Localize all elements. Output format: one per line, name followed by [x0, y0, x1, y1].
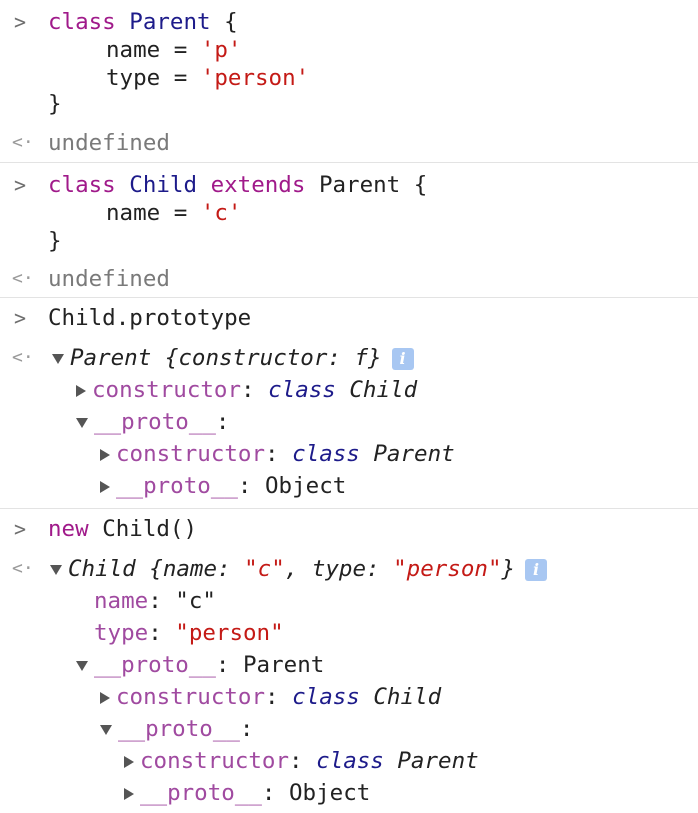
- keyword-class: class: [48, 9, 116, 35]
- property-name: __proto__: [94, 409, 216, 435]
- property-name: __proto__: [94, 652, 216, 678]
- property-name: __proto__: [116, 473, 238, 499]
- property-name: __proto__: [140, 780, 262, 806]
- console-input: new Child(): [48, 513, 197, 545]
- tree-row-constructor[interactable]: constructor: class Parent: [100, 438, 455, 470]
- info-icon[interactable]: i: [525, 558, 548, 581]
- summary-value: "c": [244, 556, 285, 582]
- property-name: __proto__: [118, 716, 240, 742]
- field-value: 'person': [200, 65, 310, 91]
- tree-row-proto[interactable]: __proto__:: [100, 713, 253, 745]
- prompt-chevron-icon: >: [14, 517, 27, 541]
- result-arrow-icon: <·: [12, 268, 34, 289]
- code-line: name = 'c': [106, 200, 242, 226]
- field-name: name: [106, 200, 161, 226]
- object-summary: Parent {constructor: f}: [70, 345, 382, 371]
- class-name: Parent: [129, 9, 211, 35]
- prompt-chevron-icon: >: [14, 173, 27, 197]
- property-name: constructor: [92, 377, 242, 403]
- tree-row-constructor[interactable]: constructor: class Parent: [124, 745, 479, 777]
- tree-row-proto[interactable]: __proto__: Parent: [76, 649, 324, 681]
- property-value: Object: [265, 473, 347, 499]
- value-keyword: class: [268, 377, 336, 403]
- tree-row-proto[interactable]: __proto__: Object: [124, 777, 370, 809]
- tree-row-proto[interactable]: __proto__: Object: [100, 470, 346, 502]
- object-summary-label: Child {: [68, 556, 163, 582]
- result-undefined: undefined: [48, 130, 170, 156]
- property-name: constructor: [116, 441, 266, 467]
- keyword-extends: extends: [210, 172, 306, 198]
- brace-open: {: [224, 9, 238, 35]
- value-keyword: class: [292, 441, 360, 467]
- expand-triangle-icon[interactable]: [76, 660, 88, 671]
- expand-triangle-icon[interactable]: [50, 564, 62, 575]
- result-arrow-icon: <·: [12, 132, 34, 153]
- input-rest: Child(): [102, 516, 198, 542]
- brace-close: }: [48, 91, 62, 117]
- summary-prop: type: [311, 556, 367, 582]
- collapse-triangle-icon[interactable]: [124, 755, 134, 768]
- keyword-new: new: [48, 516, 89, 542]
- property-value: Child: [373, 684, 442, 710]
- field-name: type: [106, 65, 161, 91]
- tree-row-constructor[interactable]: constructor: class Child: [100, 681, 441, 713]
- property-value: "c": [175, 588, 216, 614]
- value-keyword: class: [292, 684, 360, 710]
- summary-value: "person": [393, 556, 502, 582]
- brace-close: }: [48, 228, 62, 254]
- info-icon[interactable]: i: [391, 347, 414, 370]
- property-value: "person": [175, 620, 284, 646]
- tree-row-constructor[interactable]: constructor: class Child: [76, 374, 417, 406]
- property-name: name: [94, 588, 149, 614]
- collapse-triangle-icon[interactable]: [100, 691, 110, 704]
- property-name: constructor: [140, 748, 290, 774]
- result-arrow-icon: <·: [12, 558, 34, 579]
- object-summary-row[interactable]: Child {name: "c", type: "person"} i: [50, 553, 548, 585]
- property-name: constructor: [116, 684, 266, 710]
- expand-triangle-icon[interactable]: [100, 724, 112, 735]
- console-entry-class-parent: > class Parent { name = 'p' type = 'pers…: [0, 0, 698, 163]
- property-value: Object: [289, 780, 371, 806]
- expand-triangle-icon[interactable]: [76, 417, 88, 428]
- code-line: }: [48, 88, 62, 120]
- value-keyword: class: [316, 748, 384, 774]
- summary-prop: name: [162, 556, 218, 582]
- tree-row-name: name: "c": [94, 588, 216, 614]
- tree-row-type: type: "person": [94, 620, 284, 646]
- tree-row-proto[interactable]: __proto__:: [76, 406, 229, 438]
- collapse-triangle-icon[interactable]: [100, 448, 110, 461]
- console-entry-new-child: > new Child() <· Child {name: "c", type:…: [0, 509, 698, 813]
- collapse-triangle-icon[interactable]: [76, 384, 86, 397]
- keyword-class: class: [48, 172, 116, 198]
- property-value: Parent: [243, 652, 325, 678]
- field-name: name: [106, 37, 161, 63]
- collapse-triangle-icon[interactable]: [100, 480, 110, 493]
- result-undefined: undefined: [48, 266, 170, 292]
- field-value: 'p': [200, 37, 242, 63]
- result-arrow-icon: <·: [12, 347, 34, 368]
- console-entry-class-child: > class Child extends Parent { name = 'c…: [0, 163, 698, 298]
- object-summary-row[interactable]: Parent {constructor: f} i: [52, 342, 414, 374]
- expand-triangle-icon[interactable]: [52, 353, 64, 364]
- prompt-chevron-icon: >: [14, 306, 27, 330]
- property-name: type: [94, 620, 149, 646]
- console-input: Child.prototype: [48, 305, 252, 331]
- summary-close: }: [501, 556, 516, 582]
- code-line: }: [48, 225, 62, 257]
- prompt-chevron-icon: >: [14, 10, 27, 34]
- parent-class-name: Parent: [318, 172, 401, 198]
- property-value: Parent: [397, 748, 479, 774]
- field-value: 'c': [200, 200, 242, 226]
- brace-open: {: [413, 172, 428, 198]
- console-entry-child-prototype: > Child.prototype <· Parent {constructor…: [0, 298, 698, 509]
- class-name: Child: [129, 172, 198, 198]
- property-value: Parent: [373, 441, 455, 467]
- property-value: Child: [349, 377, 418, 403]
- code-line: type = 'person': [106, 65, 310, 91]
- collapse-triangle-icon[interactable]: [124, 787, 134, 800]
